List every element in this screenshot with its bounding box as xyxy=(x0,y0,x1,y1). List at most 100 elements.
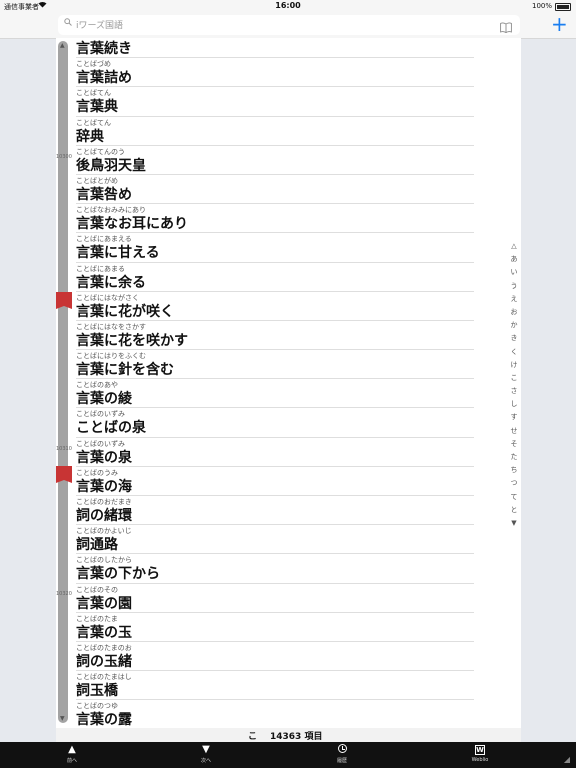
bookmark-ribbon[interactable] xyxy=(56,466,72,483)
list-item[interactable]: ことばのその 言葉の園 xyxy=(76,584,474,613)
bottom-toolbar: ▲ 前へ ▼ 次へ 履歴 W Weblio ◢ xyxy=(0,742,576,768)
result-count-bar: こ 14363 項目 xyxy=(56,728,521,742)
list-item[interactable]: ことばにあまる 言葉に余る xyxy=(76,263,474,292)
entry-headword: 辞典 xyxy=(76,128,104,145)
entry-headword: 言葉なお耳にあり xyxy=(76,216,188,233)
entry-headword: 言葉の泉 xyxy=(76,449,132,466)
list-item[interactable]: ことばにはりをふくむ 言葉に針を含む xyxy=(76,350,474,380)
search-icon xyxy=(64,18,72,29)
kana-index-item[interactable]: つ xyxy=(508,477,520,490)
list-item[interactable]: ことばのいずみ 言葉の泉 xyxy=(76,438,474,467)
line-number: 10300 xyxy=(56,154,72,160)
list-item[interactable]: ことばのうみ 言葉の海 xyxy=(76,467,474,496)
entry-headword: 言葉咎め xyxy=(76,186,132,203)
next-label: 次へ xyxy=(200,758,211,764)
entry-headword: 言葉の海 xyxy=(76,478,132,495)
list-item[interactable]: ことばてん 辞典 xyxy=(76,117,474,146)
kana-index-item[interactable]: ▼ xyxy=(508,517,520,530)
kana-index-item[interactable]: う xyxy=(508,280,520,293)
add-icon[interactable]: + xyxy=(551,13,568,35)
battery-percentage: 100% xyxy=(531,2,552,10)
kana-index-item[interactable]: そ xyxy=(508,438,520,451)
entry-list: 言葉続き ことばづめ 言葉詰め ことばてん 言葉典 ことばてん 辞典 ことばてんのう 後鳥羽天皇… xyxy=(76,38,474,728)
entry-count: 14363 項目 xyxy=(270,732,323,742)
kana-index-item[interactable]: お xyxy=(508,306,520,319)
book-icon[interactable] xyxy=(500,18,512,34)
kana-index-item[interactable]: せ xyxy=(508,425,520,438)
kana-index-item[interactable]: え xyxy=(508,293,520,306)
list-item[interactable]: ことばのあや 言葉の綾 xyxy=(76,379,474,409)
kana-index-item[interactable]: く xyxy=(508,346,520,359)
arrow-up-icon: ▲ xyxy=(68,744,76,755)
kana-index-item[interactable]: た xyxy=(508,451,520,464)
entry-headword: 言葉典 xyxy=(76,99,118,116)
word-list-panel[interactable]: ▲ ▼ 言葉続き ことばづめ 言葉詰め ことばてん 言葉典 ことばてん 辞典 ことばてんのう後… xyxy=(56,38,521,728)
entry-headword: 言葉の玉 xyxy=(76,624,132,641)
kana-index-item[interactable]: か xyxy=(508,319,520,332)
list-item[interactable]: ことばのいずみ ことばの泉 xyxy=(76,408,474,438)
list-item[interactable]: ことばてん 言葉典 xyxy=(76,87,474,117)
list-item[interactable]: ことばのたまはし 詞玉橋 xyxy=(76,671,474,701)
kana-index-item[interactable]: ち xyxy=(508,464,520,477)
entry-headword: 言葉の下から xyxy=(76,566,160,583)
list-item[interactable]: ことばのしたから 言葉の下から xyxy=(76,554,474,584)
prev-button[interactable]: ▲ 前へ xyxy=(52,744,92,764)
arrow-down-icon: ▼ xyxy=(202,744,210,755)
current-kana: こ xyxy=(248,732,258,742)
entry-headword: 言葉に花が咲く xyxy=(76,303,174,320)
list-item[interactable]: ことばにはながさく 言葉に花が咲く xyxy=(76,292,474,321)
kana-index-item[interactable]: き xyxy=(508,332,520,345)
kana-index-item[interactable]: こ xyxy=(508,372,520,385)
entry-headword: 詞の緒環 xyxy=(76,508,132,524)
list-item[interactable]: ことばとがめ 言葉咎め xyxy=(76,175,474,205)
weblio-label: Weblio xyxy=(471,757,489,763)
entry-headword: 詞通路 xyxy=(76,537,118,554)
bookmark-ribbon[interactable] xyxy=(56,292,72,309)
history-button[interactable]: 履歴 xyxy=(322,744,362,764)
entry-headword: 言葉に余る xyxy=(76,274,146,291)
weblio-button[interactable]: W Weblio xyxy=(460,744,500,763)
entry-headword: 言葉の園 xyxy=(76,595,132,612)
list-item[interactable]: ことばにはなをさかす 言葉に花を咲かす xyxy=(76,321,474,351)
list-item[interactable]: ことばにあまえる 言葉に甘える xyxy=(76,233,474,263)
kana-index-item[interactable]: い xyxy=(508,266,520,279)
kana-index-item[interactable]: す xyxy=(508,411,520,424)
entry-headword: ことばの泉 xyxy=(76,420,146,437)
entry-headword: 詞玉橋 xyxy=(76,683,118,700)
search-box[interactable] xyxy=(58,15,520,36)
kana-index-item[interactable]: て xyxy=(508,491,520,504)
entry-headword: 後鳥羽天皇 xyxy=(76,157,146,174)
resize-grip-icon[interactable]: ◢ xyxy=(564,755,570,764)
list-item[interactable]: ことばづめ 言葉詰め xyxy=(76,58,474,88)
list-item[interactable]: ことばのおだまき 詞の緒環 xyxy=(76,496,474,526)
list-item[interactable]: ことばのたま 言葉の玉 xyxy=(76,613,474,642)
kana-index-item[interactable]: し xyxy=(508,398,520,411)
kana-index-item[interactable]: あ xyxy=(508,253,520,266)
kana-index-item[interactable]: △ xyxy=(508,240,520,253)
line-number: 10320 xyxy=(56,591,72,597)
list-item[interactable]: ことばのつゆ 言葉の露 xyxy=(76,700,474,728)
scroll-down-icon[interactable]: ▼ xyxy=(60,715,65,722)
kana-index-item[interactable]: と xyxy=(508,504,520,517)
kana-index[interactable]: △ あいうえおかきくけこさしすせそたちつてと ▼ xyxy=(508,240,520,530)
clock-time: 16:00 xyxy=(275,1,301,10)
status-bar: 通信事業者 16:00 100% xyxy=(0,0,576,12)
line-number: 10310 xyxy=(56,446,72,452)
search-input[interactable] xyxy=(74,16,518,36)
entry-headword: 言葉続き xyxy=(76,41,132,57)
entry-headword: 言葉の綾 xyxy=(76,391,132,408)
list-item[interactable]: 言葉続き xyxy=(76,38,474,59)
entry-headword: 詞の玉緒 xyxy=(76,653,132,670)
scrollbar[interactable]: ▲ ▼ xyxy=(58,41,68,723)
kana-index-item[interactable]: け xyxy=(508,359,520,372)
list-item[interactable]: ことばのたまのお 詞の玉緒 xyxy=(76,642,474,672)
list-item[interactable]: ことばてんのう 後鳥羽天皇 xyxy=(76,146,474,175)
entry-headword: 言葉詰め xyxy=(76,70,132,87)
next-button[interactable]: ▼ 次へ xyxy=(186,744,226,764)
entry-headword: 言葉に針を含む xyxy=(76,362,174,379)
list-item[interactable]: ことばのかよいじ 詞通路 xyxy=(76,525,474,555)
list-item[interactable]: ことばなおみみにあり 言葉なお耳にあり xyxy=(76,204,474,234)
entry-headword: 言葉に花を咲かす xyxy=(76,332,188,349)
scroll-up-icon[interactable]: ▲ xyxy=(60,42,65,49)
kana-index-item[interactable]: さ xyxy=(508,385,520,398)
